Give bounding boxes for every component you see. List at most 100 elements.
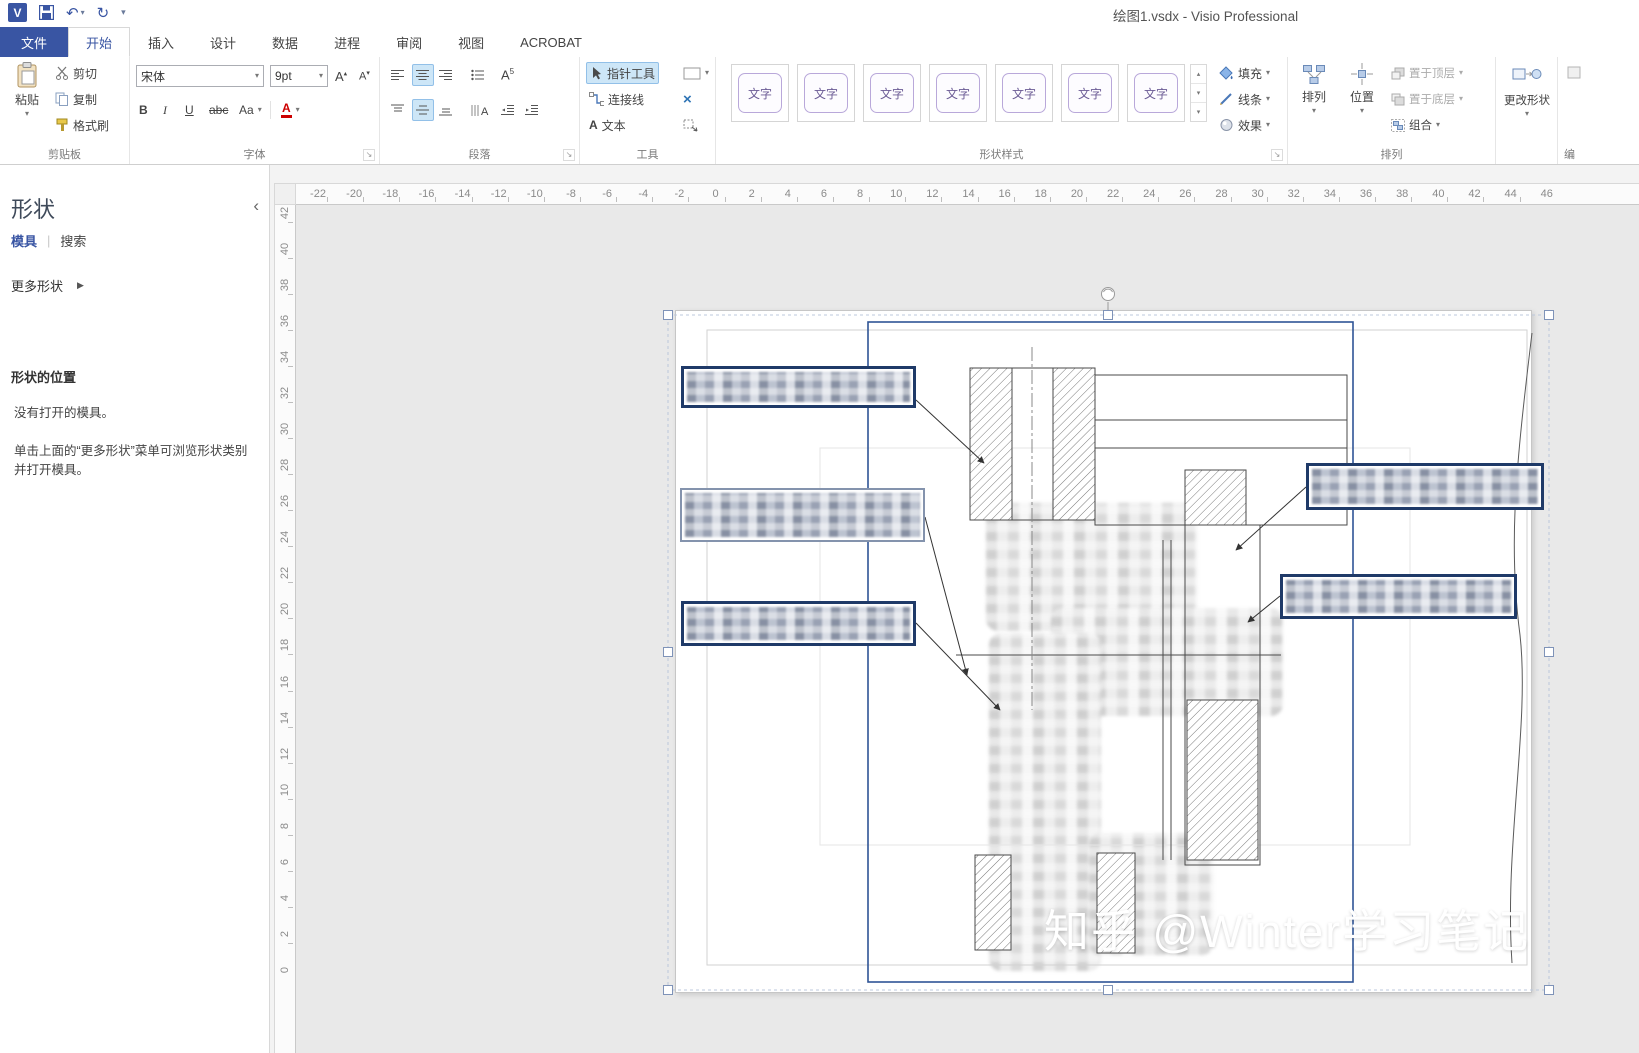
shapes-panel: 形状 ‹ 模具 | 搜索 更多形状 ▶ 形状的位置 没有打开的模具。 单击上面的… xyxy=(0,165,270,1053)
align-center-button[interactable] xyxy=(412,64,434,86)
callout-shape[interactable] xyxy=(681,366,916,408)
change-shape-icon xyxy=(1512,68,1542,80)
paragraph-dialog-launcher[interactable]: ↘ xyxy=(563,149,575,161)
more-shapes-menu[interactable]: 更多形状 ▶ xyxy=(11,276,84,295)
selection-handle[interactable] xyxy=(663,985,673,995)
edit-partial-button[interactable] xyxy=(1564,62,1585,84)
selection-handle[interactable] xyxy=(663,647,673,657)
position-button[interactable]: 位置 ▾ xyxy=(1340,57,1384,115)
callout-shape[interactable] xyxy=(680,488,925,542)
line-spacing-button[interactable]: A5 xyxy=(498,64,517,86)
valign-bottom-button[interactable] xyxy=(436,99,456,121)
valign-middle-button[interactable] xyxy=(412,99,434,121)
bullets-icon xyxy=(471,69,484,81)
drawing-canvas[interactable]: 知乎 @Winter学习笔记 xyxy=(296,205,1639,1053)
shapes-location-heading: 形状的位置 xyxy=(11,370,77,385)
shape-style-item[interactable]: 文字 xyxy=(929,64,987,122)
callout-shape[interactable] xyxy=(1280,574,1517,619)
shape-style-item[interactable]: 文字 xyxy=(1061,64,1119,122)
chevron-down-icon: ▾ xyxy=(1359,106,1364,115)
arrange-button[interactable]: 排列 ▾ xyxy=(1292,57,1336,115)
scissors-icon xyxy=(56,66,68,80)
connection-point-tool-button[interactable]: × xyxy=(680,88,695,110)
change-shape-button[interactable]: 更改形状 ▾ xyxy=(1498,59,1556,118)
callout-shape[interactable] xyxy=(681,601,916,646)
selection-handle[interactable] xyxy=(1544,310,1554,320)
send-to-back-button[interactable]: 置于底层 ▾ xyxy=(1388,88,1466,110)
callout-shape[interactable] xyxy=(1306,463,1544,510)
line-button[interactable]: 线条 ▾ xyxy=(1216,88,1273,110)
font-dialog-launcher[interactable]: ↘ xyxy=(363,149,375,161)
italic-button[interactable]: I xyxy=(160,99,170,121)
arrange-icon xyxy=(1303,65,1325,84)
vertical-ruler[interactable]: 42 40 38 36 34 32 30 28 26 24 22 20 18 16 14 12 10 8 6 4 2 0 xyxy=(274,205,296,1053)
copy-button[interactable]: 复制 xyxy=(52,88,100,110)
rotation-handle[interactable] xyxy=(1101,287,1115,301)
tab-process[interactable]: 进程 xyxy=(316,27,378,57)
position-icon xyxy=(1351,63,1373,85)
pointer-tool-button[interactable]: 指针工具 xyxy=(586,62,660,84)
effects-button[interactable]: 效果 ▾ xyxy=(1216,114,1273,136)
format-painter-button[interactable]: 格式刷 xyxy=(52,114,112,136)
selection-handle[interactable] xyxy=(663,310,673,320)
shape-style-item[interactable]: 文字 xyxy=(995,64,1053,122)
redo-icon: ↻ xyxy=(96,4,110,22)
tab-view[interactable]: 视图 xyxy=(440,27,502,57)
gallery-more-button[interactable]: ▾ xyxy=(1191,103,1206,121)
change-case-button[interactable]: Aa ▾ xyxy=(236,99,265,121)
shape-style-item[interactable]: 文字 xyxy=(863,64,921,122)
text-direction-button[interactable]: A xyxy=(468,99,492,121)
title-bar: V ↶ ▾ ↻ ▾ 绘图1.vsdx - Visio Professional xyxy=(0,0,1639,27)
underline-button[interactable]: U xyxy=(182,99,197,121)
tab-data[interactable]: 数据 xyxy=(254,27,316,57)
shape-style-item[interactable]: 文字 xyxy=(797,64,855,122)
tab-stencils[interactable]: 模具 xyxy=(11,231,37,250)
qat-customize-button[interactable]: ▾ xyxy=(121,7,126,18)
tab-insert[interactable]: 插入 xyxy=(130,27,192,57)
tab-acrobat[interactable]: ACROBAT xyxy=(502,27,600,57)
shape-style-item[interactable]: 文字 xyxy=(731,64,789,122)
shape-style-item[interactable]: 文字 xyxy=(1127,64,1185,122)
cut-button[interactable]: 剪切 xyxy=(52,62,100,84)
chevron-down-icon[interactable]: ▾ xyxy=(81,8,85,17)
tab-review[interactable]: 审阅 xyxy=(378,27,440,57)
window-title: 绘图1.vsdx - Visio Professional xyxy=(1113,9,1299,24)
align-left-button[interactable] xyxy=(388,64,408,86)
drawing-shape-tool-button[interactable]: ▾ xyxy=(680,62,712,84)
save-button[interactable] xyxy=(39,5,54,20)
gallery-scroll-up-button[interactable]: ▴ xyxy=(1191,65,1206,84)
fill-button[interactable]: 填充 ▾ xyxy=(1216,62,1273,84)
shape-styles-dialog-launcher[interactable]: ↘ xyxy=(1271,149,1283,161)
ribbon: 粘贴 ▾ 剪切 复制 格式刷 剪贴板 宋体 ▾ 9pt ▾ A▴ A▾ B I U … xyxy=(0,57,1639,165)
collapse-panel-chevron-icon[interactable]: ‹ xyxy=(253,196,259,216)
text-tool-button[interactable]: A 文本 xyxy=(586,114,629,136)
bring-to-front-button[interactable]: 置于顶层 ▾ xyxy=(1388,62,1466,84)
tab-design[interactable]: 设计 xyxy=(192,27,254,57)
font-family-select[interactable]: 宋体 ▾ xyxy=(136,65,264,87)
valign-top-button[interactable] xyxy=(388,99,408,121)
visio-app-icon[interactable]: V xyxy=(8,3,27,22)
bold-button[interactable]: B xyxy=(136,99,151,121)
stamp-tool-button[interactable] xyxy=(680,114,701,136)
horizontal-ruler[interactable]: -22 -20 -18 -16 -14 -12 -10 -8 -6 -4 -2 0 2 4 6 8 10 12 14… xyxy=(296,183,1639,205)
paste-button[interactable]: 粘贴 ▾ xyxy=(6,57,48,118)
font-color-button[interactable]: A ▾ xyxy=(278,99,303,121)
undo-button[interactable]: ↶ ▾ xyxy=(66,4,85,22)
tab-search[interactable]: 搜索 xyxy=(60,231,86,250)
tab-file[interactable]: 文件 xyxy=(0,27,68,57)
increase-indent-button[interactable] xyxy=(522,99,542,121)
redo-button[interactable]: ↻ xyxy=(97,4,110,22)
selection-handle[interactable] xyxy=(1544,647,1554,657)
connector-tool-button[interactable]: 连接线 xyxy=(586,88,647,110)
gallery-scroll-down-button[interactable]: ▾ xyxy=(1191,84,1206,103)
strikethrough-button[interactable]: abc xyxy=(206,99,231,121)
align-right-button[interactable] xyxy=(436,64,456,86)
bullets-button[interactable] xyxy=(468,64,488,86)
decrease-font-button[interactable]: A▾ xyxy=(356,65,373,87)
decrease-indent-button[interactable] xyxy=(498,99,518,121)
selection-handle[interactable] xyxy=(1544,985,1554,995)
group-button[interactable]: 组合 ▾ xyxy=(1388,114,1443,136)
font-size-select[interactable]: 9pt ▾ xyxy=(270,65,328,87)
increase-font-button[interactable]: A▴ xyxy=(332,65,350,87)
tab-home[interactable]: 开始 xyxy=(68,27,131,57)
